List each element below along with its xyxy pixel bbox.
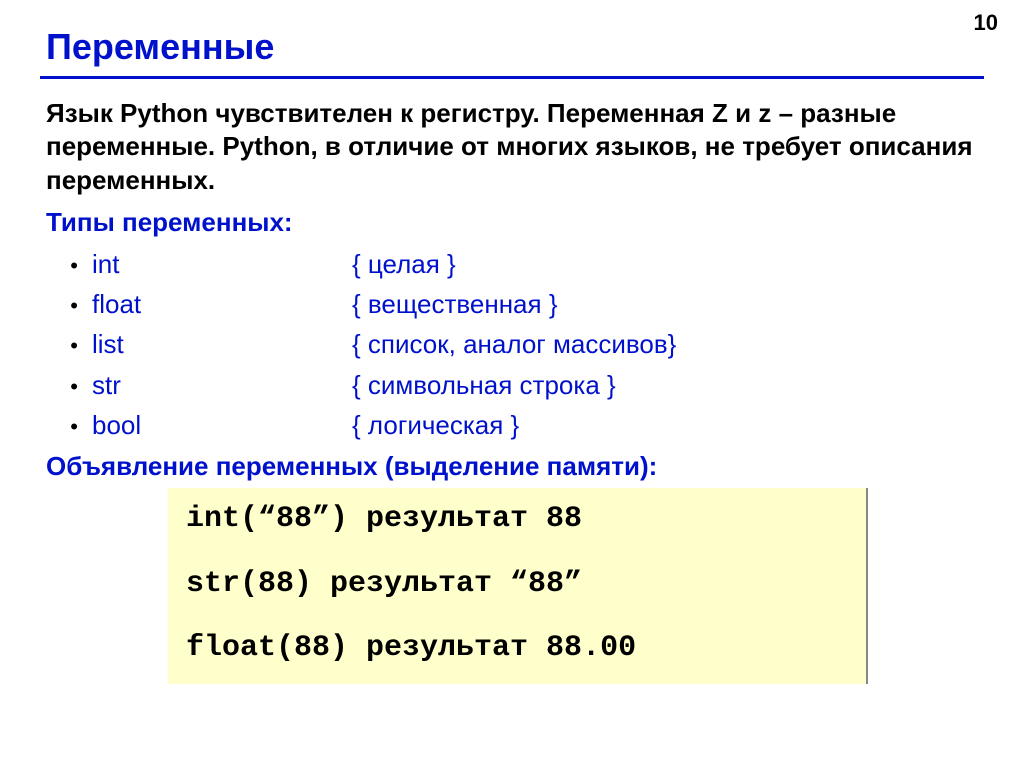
- type-name: int: [92, 244, 352, 284]
- code-line: str(88) результат “88”: [186, 567, 848, 602]
- type-name: float: [92, 284, 352, 324]
- type-desc: { целая }: [352, 244, 456, 284]
- slide: 10 Переменные Язык Python чувствителен к…: [0, 0, 1024, 767]
- type-row: • bool { логическая }: [46, 405, 984, 445]
- types-label: Типы переменных:: [46, 207, 984, 238]
- code-line: float(88) результат 88.00: [186, 631, 848, 666]
- type-desc: { символьная строка }: [352, 365, 616, 405]
- type-desc: { список, аналог массивов}: [352, 324, 676, 364]
- bullet-icon: •: [46, 410, 92, 444]
- bullet-icon: •: [46, 329, 92, 363]
- type-desc: { вещественная }: [352, 284, 558, 324]
- type-name: list: [92, 324, 352, 364]
- type-row: • float { вещественная }: [46, 284, 984, 324]
- bullet-icon: •: [46, 249, 92, 283]
- code-line: int(“88”) результат 88: [186, 502, 848, 537]
- types-list: • int { целая } • float { вещественная }…: [46, 244, 984, 445]
- title-divider: [40, 76, 984, 79]
- type-row: • str { символьная строка }: [46, 365, 984, 405]
- code-box: int(“88”) результат 88 str(88) результат…: [168, 488, 868, 684]
- type-name: str: [92, 365, 352, 405]
- type-desc: { логическая }: [352, 405, 519, 445]
- page-number: 10: [974, 10, 998, 36]
- bullet-icon: •: [46, 289, 92, 323]
- type-name: bool: [92, 405, 352, 445]
- slide-title: Переменные: [46, 26, 984, 68]
- type-row: • list { список, аналог массивов}: [46, 324, 984, 364]
- intro-paragraph: Язык Python чувствителен к регистру. Пер…: [46, 97, 978, 197]
- type-row: • int { целая }: [46, 244, 984, 284]
- declaration-label: Объявление переменных (выделение памяти)…: [46, 451, 984, 482]
- bullet-icon: •: [46, 370, 92, 404]
